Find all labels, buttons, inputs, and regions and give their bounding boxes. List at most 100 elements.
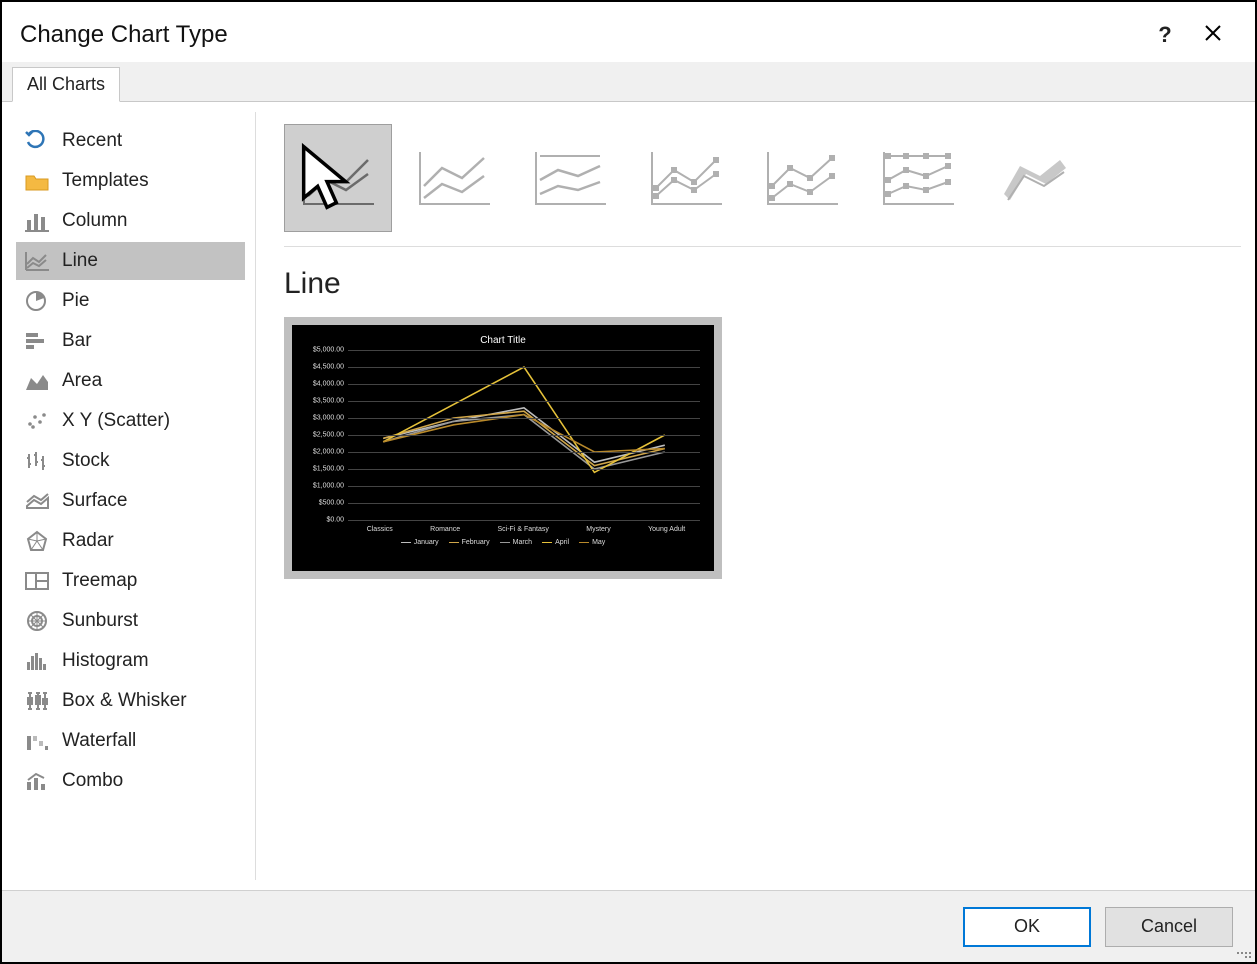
ok-button[interactable]: OK	[963, 907, 1091, 947]
folder-icon	[22, 168, 52, 194]
treemap-icon	[22, 568, 52, 594]
resize-grip[interactable]	[1237, 944, 1251, 958]
close-button[interactable]	[1189, 15, 1237, 55]
sidebar-item-line[interactable]: Line	[16, 242, 245, 280]
chart-ytick: $4,500.00	[300, 364, 344, 371]
subtype-line-markers[interactable]	[632, 124, 740, 232]
sidebar-item-area[interactable]: Area	[16, 362, 245, 400]
chart-xtick: Romance	[430, 526, 460, 533]
chart-ytick: $0.00	[300, 517, 344, 524]
chart-ytick: $3,000.00	[300, 415, 344, 422]
boxwhisker-icon	[22, 688, 52, 714]
scatter-icon	[22, 408, 52, 434]
chart-ytick: $4,000.00	[300, 381, 344, 388]
sidebar-item-templates[interactable]: Templates	[16, 162, 245, 200]
chart-preview-title: Chart Title	[302, 335, 704, 346]
radar-icon	[22, 528, 52, 554]
bar-icon	[22, 328, 52, 354]
chart-plot: $0.00$500.00$1,000.00$1,500.00$2,000.00$…	[348, 350, 700, 520]
legend-item: January	[401, 539, 439, 546]
subtype-stacked-markers[interactable]	[748, 124, 856, 232]
sidebar-item-surface[interactable]: Surface	[16, 482, 245, 520]
chart-ytick: $2,500.00	[300, 432, 344, 439]
chart-ytick: $1,000.00	[300, 483, 344, 490]
dialog-title: Change Chart Type	[20, 21, 1141, 49]
main-panel: Line Chart Title $0.00$500.00$1,000.00$1…	[256, 112, 1241, 880]
subtype-stacked-line[interactable]	[400, 124, 508, 232]
line-icon	[22, 248, 52, 274]
sidebar-item-column[interactable]: Column	[16, 202, 245, 240]
sidebar-item-sunburst[interactable]: Sunburst	[16, 602, 245, 640]
sidebar-item-scatter[interactable]: X Y (Scatter)	[16, 402, 245, 440]
subtype-percent-markers[interactable]	[864, 124, 972, 232]
tab-label: All Charts	[27, 74, 105, 94]
chart-xtick: Young Adult	[648, 526, 685, 533]
combo-icon	[22, 768, 52, 794]
sidebar-item-label: Pie	[62, 290, 89, 312]
sunburst-icon	[22, 608, 52, 634]
sidebar-item-histogram[interactable]: Histogram	[16, 642, 245, 680]
sidebar-item-label: Templates	[62, 170, 149, 192]
ok-button-label: OK	[1014, 916, 1040, 937]
chart-legend: JanuaryFebruaryMarchAprilMay	[302, 539, 704, 546]
subtype-percent-stacked[interactable]	[516, 124, 624, 232]
subtype-line[interactable]	[284, 124, 392, 232]
cancel-button-label: Cancel	[1141, 916, 1197, 937]
sidebar-item-label: Area	[62, 370, 102, 392]
sidebar-item-label: Waterfall	[62, 730, 136, 752]
sidebar: Recent Templates Column Line Pie Bar Area X Y (…	[16, 112, 256, 880]
help-button[interactable]: ?	[1141, 15, 1189, 55]
sidebar-item-label: Column	[62, 210, 127, 232]
subtype-3d-line[interactable]	[980, 124, 1088, 232]
content: Recent Templates Column Line Pie Bar Area X Y (…	[2, 102, 1255, 890]
panel-heading: Line	[284, 267, 1241, 301]
cancel-button[interactable]: Cancel	[1105, 907, 1233, 947]
help-icon: ?	[1158, 22, 1171, 48]
sidebar-item-bar[interactable]: Bar	[16, 322, 245, 360]
sidebar-item-treemap[interactable]: Treemap	[16, 562, 245, 600]
sidebar-item-label: Sunburst	[62, 610, 138, 632]
chart-xtick: Sci-Fi & Fantasy	[498, 526, 549, 533]
undo-icon	[22, 128, 52, 154]
surface-icon	[22, 488, 52, 514]
sidebar-item-label: Radar	[62, 530, 114, 552]
sidebar-item-combo[interactable]: Combo	[16, 762, 245, 800]
tab-all-charts[interactable]: All Charts	[12, 67, 120, 102]
pie-icon	[22, 288, 52, 314]
sidebar-item-stock[interactable]: Stock	[16, 442, 245, 480]
sidebar-item-label: Surface	[62, 490, 127, 512]
sidebar-item-label: Recent	[62, 130, 122, 152]
subtype-row	[284, 124, 1241, 247]
sidebar-item-label: Histogram	[62, 650, 149, 672]
chart-ytick: $5,000.00	[300, 347, 344, 354]
sidebar-item-waterfall[interactable]: Waterfall	[16, 722, 245, 760]
histogram-icon	[22, 648, 52, 674]
sidebar-item-recent[interactable]: Recent	[16, 122, 245, 160]
column-icon	[22, 208, 52, 234]
chart-x-labels: ClassicsRomanceSci-Fi & FantasyMysteryYo…	[348, 526, 704, 533]
sidebar-item-pie[interactable]: Pie	[16, 282, 245, 320]
sidebar-item-label: Line	[62, 250, 98, 272]
sidebar-item-label: Box & Whisker	[62, 690, 187, 712]
area-icon	[22, 368, 52, 394]
sidebar-item-label: Stock	[62, 450, 110, 472]
stock-icon	[22, 448, 52, 474]
chart-preview[interactable]: Chart Title $0.00$500.00$1,000.00$1,500.…	[284, 317, 722, 579]
tabstrip: All Charts	[2, 62, 1255, 102]
sidebar-item-boxwhisker[interactable]: Box & Whisker	[16, 682, 245, 720]
chart-xtick: Classics	[367, 526, 393, 533]
chart-ytick: $3,500.00	[300, 398, 344, 405]
chart-ytick: $1,500.00	[300, 466, 344, 473]
sidebar-item-radar[interactable]: Radar	[16, 522, 245, 560]
sidebar-item-label: Treemap	[62, 570, 137, 592]
footer: OK Cancel	[2, 890, 1255, 962]
legend-item: May	[579, 539, 605, 546]
chart-ytick: $2,000.00	[300, 449, 344, 456]
legend-item: February	[449, 539, 490, 546]
sidebar-item-label: Combo	[62, 770, 123, 792]
waterfall-icon	[22, 728, 52, 754]
chart-ytick: $500.00	[300, 500, 344, 507]
sidebar-item-label: Bar	[62, 330, 92, 352]
legend-item: March	[500, 539, 532, 546]
sidebar-item-label: X Y (Scatter)	[62, 410, 170, 432]
